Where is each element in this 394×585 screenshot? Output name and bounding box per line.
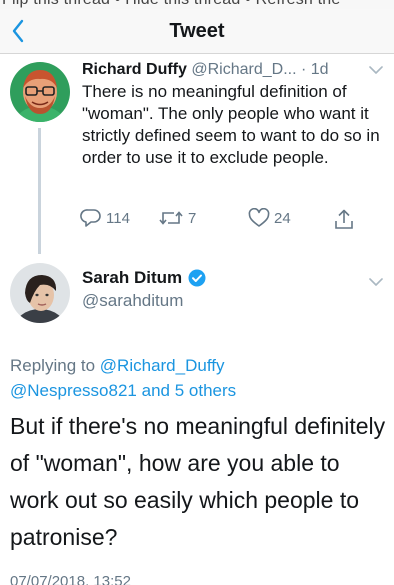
reply-icon [80,209,101,227]
retweet-button[interactable]: 7 [158,208,196,228]
main-author-handle[interactable]: @sarahditum [82,291,183,311]
parent-tweet-time: · 1d [300,61,329,78]
main-author-name-row: Sarah Ditum [82,268,206,288]
navigation-bar: Tweet [0,9,394,54]
chevron-down-icon[interactable] [368,64,384,76]
like-button[interactable]: 24 [248,208,291,228]
retweet-count: 7 [188,209,197,227]
reply-count: 114 [106,209,130,227]
replying-to-prefix: Replying to [10,356,96,375]
page-title: Tweet [169,20,225,42]
heart-icon [248,208,270,227]
replying-to-others-link[interactable]: and 5 others [142,381,237,400]
main-author-name[interactable]: Sarah Ditum [82,268,182,288]
share-button[interactable] [334,208,354,230]
replying-to-user2-link[interactable]: @Nespresso821 [10,381,137,400]
top-cut-strip: Flip this thread • Hide this thread • Re… [0,0,394,9]
parent-tweet-header: Richard Duffy @Richard_D... · 1d [82,60,329,80]
top-cut-text: Flip this thread • Hide this thread • Re… [2,0,341,9]
like-count: 24 [274,209,291,227]
tweet-timestamp-clip: 07/07/2018, 13:52 [10,572,390,585]
replying-to-user-link[interactable]: @Richard_Duffy [100,356,225,375]
thread-connector-line [38,128,41,254]
retweet-icon [159,211,183,225]
verified-badge-icon [188,269,206,287]
parent-author-name[interactable]: Richard Duffy [82,61,187,78]
avatar-sarah-ditum[interactable] [10,263,70,323]
parent-author-handle[interactable]: @Richard_D... [191,61,296,78]
main-tweet-text: But if there's no meaningful definitely … [10,413,386,550]
replying-to-line: Replying to @Richard_Duffy @Nespresso821… [10,353,390,403]
parent-tweet-actions: 114 7 24 [80,208,370,234]
parent-tweet-text: There is no meaningful definition of "wo… [82,82,380,167]
tweet-timestamp: 07/07/2018, 13:52 [10,573,131,585]
chevron-down-icon[interactable] [368,276,384,288]
reply-button[interactable]: 114 [80,208,130,228]
share-icon [335,209,353,229]
avatar-richard-duffy[interactable] [10,62,70,122]
